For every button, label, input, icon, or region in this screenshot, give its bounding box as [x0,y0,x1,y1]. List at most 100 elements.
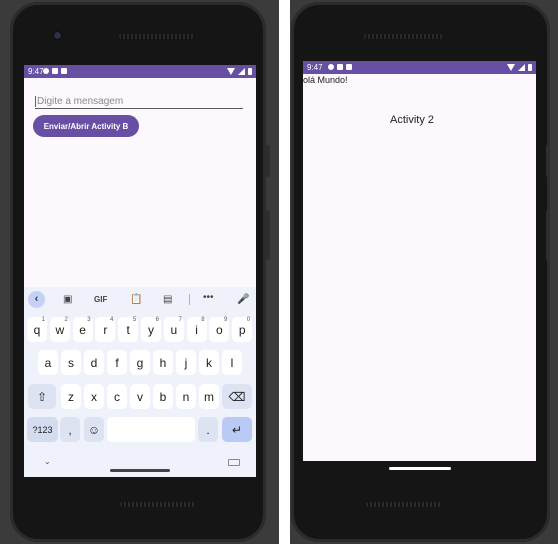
symbols-key[interactable]: ?123 [27,417,58,442]
wifi-icon [507,64,515,71]
key-q[interactable]: q1 [27,317,47,342]
key-i[interactable]: i8 [186,317,207,342]
message-input-placeholder: Digite a mensagem [37,96,124,107]
volume-button [546,210,550,260]
key-w[interactable]: w2 [49,317,70,342]
battery-icon [528,64,532,71]
enter-key[interactable]: ↵ [222,417,252,442]
emoji-key[interactable]: ☺ [84,417,104,442]
key-label: e [79,322,86,337]
key-f[interactable]: f [107,350,127,375]
back-chevron-icon[interactable]: ‹ [28,291,45,308]
key-x[interactable]: x [84,384,104,409]
key-o[interactable]: o9 [209,317,230,342]
key-hint: 9 [224,317,228,323]
on-screen-keyboard: ‹ ▣ GIF 📋 ▤ ••• 🎤 q1w2e3r4t5y6u7i8o9p0 a… [24,287,256,477]
settings-notification-icon [43,68,49,74]
key-hint: 3 [87,317,91,323]
speaker-grille-bottom [366,502,442,507]
key-hint: 6 [155,317,159,323]
key-label: q [33,322,41,337]
text-cursor [35,96,36,107]
gif-button[interactable]: GIF [94,295,107,304]
shift-key[interactable]: ⇧ [28,384,56,409]
backspace-key[interactable]: ⌫ [222,384,252,409]
key-v[interactable]: v [130,384,150,409]
speaker-grille-bottom [120,502,196,507]
key-g[interactable]: g [130,350,150,375]
period-key[interactable]: . [198,417,218,442]
key-label: r [103,322,108,337]
key-label: i [195,322,198,337]
keyboard-switch-icon[interactable] [228,459,240,466]
message-input[interactable]: Digite a mensagem [35,95,243,109]
battery-icon [248,68,252,75]
signal-icon [518,64,525,71]
left-screen: 9:47 Digite a mensagem Enviar/Abrir Acti… [24,65,256,477]
key-y[interactable]: y6 [141,317,161,342]
key-label: y [148,322,154,337]
status-bar: 9:47 [303,61,536,74]
activity-title: Activity 2 [390,114,435,126]
key-hint: 2 [64,317,68,323]
key-m[interactable]: m [199,384,219,409]
key-r[interactable]: r4 [95,317,116,342]
notification-icons [328,64,352,70]
status-time: 9:47 [28,67,44,76]
microphone-icon[interactable]: 🎤 [237,294,249,305]
comma-key[interactable]: , [60,417,80,442]
system-icons [227,68,252,75]
home-gesture-bar[interactable] [389,467,451,470]
hello-text: olá Mundo! [303,75,348,85]
key-label: o [216,322,223,337]
key-hint: 7 [178,317,182,323]
toolbar-divider [189,294,190,305]
key-h[interactable]: h [153,350,173,375]
key-j[interactable]: j [176,350,196,375]
key-hint: 0 [246,317,251,323]
app-notification-icon [346,64,352,70]
speaker-grille [364,34,442,39]
app-notification-icon [61,68,67,74]
key-hint: 8 [201,317,205,323]
key-t[interactable]: t5 [118,317,139,342]
key-c[interactable]: c [107,384,127,409]
clipboard-icon[interactable]: 📋 [130,294,142,305]
right-screen: 9:47 olá Mundo! Activity 2 [303,61,536,461]
key-hint: 4 [110,317,114,323]
keyboard-layout-icon[interactable]: ▤ [163,294,172,305]
settings-notification-icon [328,64,334,70]
status-bar: 9:47 [24,65,256,78]
space-key[interactable] [107,417,195,442]
power-button [546,145,550,177]
key-l[interactable]: l [222,350,242,375]
wifi-icon [227,68,235,75]
key-z[interactable]: z [61,384,81,409]
key-label: t [126,322,130,337]
key-label: u [170,322,178,337]
volume-button [266,210,270,260]
key-b[interactable]: b [153,384,173,409]
key-hint: 1 [41,317,45,323]
key-hint: 5 [132,317,137,323]
front-camera [54,32,61,39]
key-a[interactable]: a [38,350,58,375]
power-button [266,145,270,177]
key-k[interactable]: k [199,350,219,375]
notification-icons [43,68,67,74]
key-u[interactable]: u7 [163,317,184,342]
more-options-icon[interactable]: ••• [203,292,214,303]
key-e[interactable]: e3 [72,317,93,342]
hide-keyboard-chevron-icon[interactable]: ⌄ [44,457,51,466]
send-open-activity-button[interactable]: Enviar/Abrir Activity B [33,115,139,137]
sd-card-notification-icon [52,68,58,74]
status-time: 9:47 [307,63,323,72]
signal-icon [238,68,245,75]
home-gesture-bar[interactable] [110,469,170,472]
sticker-icon[interactable]: ▣ [63,294,72,305]
key-s[interactable]: s [61,350,81,375]
key-p[interactable]: p0 [232,317,253,342]
key-n[interactable]: n [176,384,196,409]
key-label: p [238,322,246,337]
key-d[interactable]: d [84,350,104,375]
